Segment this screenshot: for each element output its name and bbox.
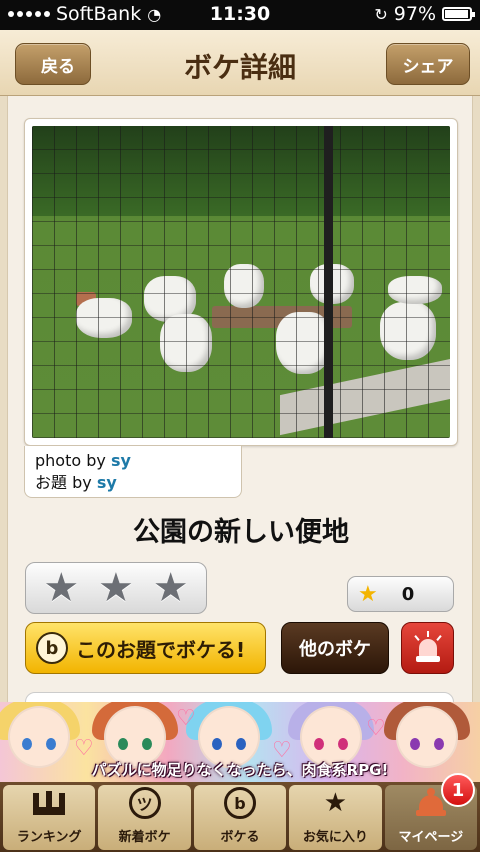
topic-user-link[interactable]: sy	[97, 473, 117, 492]
tab-ranking-label: ランキング	[16, 830, 82, 845]
photo-credit: photo by sy お題 by sy	[24, 446, 242, 498]
status-right: ↻ 97%	[374, 3, 475, 25]
rating-star-icon-1[interactable]: ★	[43, 568, 79, 608]
photo-frame	[24, 118, 458, 446]
boke-detail-content: photo by sy お題 by sy 公園の新しい便地 ★ ★ ★ ★ 0 …	[7, 96, 473, 702]
tab-boke-label: ボケる	[220, 830, 260, 845]
boke-text: 公園の新しい便地	[133, 517, 349, 548]
nav-bar: 戻る ボケ詳細 シェア	[0, 30, 480, 96]
status-bar: SoftBank ◔ 11:30 ↻ 97%	[0, 0, 480, 30]
battery-percent: 97%	[393, 3, 436, 25]
favorite-count-box: ★ 0	[347, 576, 454, 612]
heart-icon: ♡	[366, 716, 386, 741]
face-icon: ツ	[128, 786, 162, 820]
boke-this-topic-label: このお題でボケる!	[76, 637, 246, 662]
report-button[interactable]	[401, 622, 454, 674]
tab-boke[interactable]: b ボケる	[193, 785, 287, 850]
rotation-lock-icon: ↻	[374, 4, 388, 24]
battery-icon	[442, 7, 475, 21]
share-button[interactable]: シェア	[386, 43, 470, 85]
rating-star-icon-3[interactable]: ★	[153, 568, 189, 608]
rating-stars[interactable]: ★ ★ ★	[25, 562, 207, 614]
heart-icon: ♡	[176, 706, 196, 731]
topic-photo[interactable]	[32, 126, 450, 438]
ad-banner[interactable]: ♡ ♡ ♡ ♡ パズルに物足りなくなったら、肉食系RPG!	[0, 702, 480, 782]
photo-credit-line: photo by sy	[35, 450, 231, 472]
topic-by-label: お題 by	[35, 473, 92, 492]
siren-icon	[413, 631, 442, 663]
heart-icon: ♡	[74, 736, 94, 761]
favorite-count: 0	[401, 583, 415, 605]
rating-star-icon-2[interactable]: ★	[98, 568, 134, 608]
b-icon: b	[36, 632, 68, 664]
tab-mypage-label: マイページ	[398, 830, 464, 845]
other-boke-button[interactable]: 他のボケ	[281, 622, 389, 674]
tab-ranking[interactable]: ランキング	[3, 785, 96, 850]
tab-favorites-label: お気に入り	[302, 830, 368, 845]
tab-mypage[interactable]: マイページ 1	[384, 773, 478, 850]
topic-credit-line: お題 by sy	[35, 472, 231, 494]
comment-area	[25, 692, 454, 702]
photo-by-label: photo by	[35, 451, 106, 470]
tab-new-boke[interactable]: ツ 新着ボケ	[98, 785, 191, 850]
notification-badge: 1	[441, 773, 476, 807]
star-icon: ★	[323, 788, 348, 818]
tab-bar: ランキング ツ 新着ボケ b ボケる ★ お気に入り マイページ 1	[0, 773, 480, 852]
photo-user-link[interactable]: sy	[111, 451, 131, 470]
star-icon: ★	[358, 581, 378, 607]
boke-this-topic-button[interactable]: b このお題でボケる!	[25, 622, 266, 674]
ad-caption: パズルに物足りなくなったら、肉食系RPG!	[91, 761, 389, 779]
b-icon: b	[223, 786, 257, 820]
crown-icon	[32, 786, 66, 820]
tab-favorites[interactable]: ★ お気に入り	[289, 785, 382, 850]
tab-new-boke-label: 新着ボケ	[118, 830, 171, 845]
